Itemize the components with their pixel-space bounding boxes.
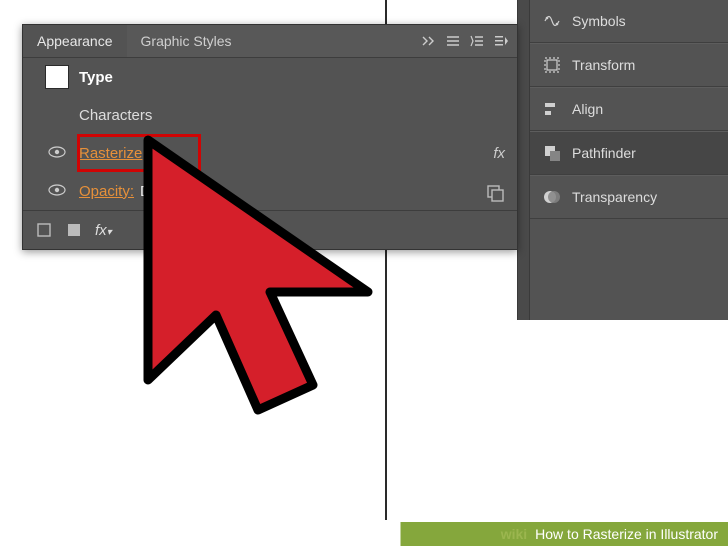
panel-menu-icon-1[interactable] [445, 33, 461, 49]
transparency-icon [542, 187, 562, 207]
dock-item-label: Align [572, 101, 603, 117]
wikihow-caption: wiki How to Rasterize in Illustrator [0, 522, 728, 546]
dock-item-label: Pathfinder [572, 145, 636, 161]
new-fill-icon[interactable] [65, 221, 83, 239]
panel-tab-bar: Appearance Graphic Styles [23, 25, 517, 58]
appearance-item-opacity[interactable]: Opacity: De [23, 172, 517, 210]
appearance-item-rasterize[interactable]: Rasterize fx [23, 134, 517, 172]
tab-appearance[interactable]: Appearance [23, 25, 127, 57]
dock-item-transparency[interactable]: Transparency [530, 175, 728, 219]
panel-flyout-menu-icon[interactable] [493, 33, 509, 49]
opacity-link[interactable]: Opacity: [79, 183, 134, 200]
appearance-panel: Appearance Graphic Styles Type [22, 24, 518, 250]
dock-item-label: Transparency [572, 189, 657, 205]
symbols-icon [542, 11, 562, 31]
align-icon [542, 99, 562, 119]
appearance-item-label: Type [79, 69, 453, 86]
appearance-panel-footer: fx▾ [23, 210, 517, 249]
add-effect-fx[interactable]: fx▾ [95, 222, 112, 239]
pathfinder-icon [542, 143, 562, 163]
visibility-eye-icon[interactable] [48, 145, 66, 161]
appearance-item-label: Characters [79, 107, 453, 124]
tab-graphic-styles[interactable]: Graphic Styles [127, 25, 246, 57]
dock-item-label: Symbols [572, 13, 626, 29]
dock-item-align[interactable]: Align [530, 87, 728, 131]
dock-item-label: Transform [572, 57, 635, 73]
opacity-value: De [140, 183, 159, 200]
dock-item-transform[interactable]: Transform [530, 43, 728, 87]
new-stroke-icon[interactable] [35, 221, 53, 239]
appearance-item-type[interactable]: Type [23, 58, 517, 96]
fx-indicator[interactable]: fx [453, 145, 505, 162]
caption-title: How to Rasterize in Illustrator [529, 522, 728, 546]
panel-menu-icon-2[interactable] [469, 33, 485, 49]
panel-expand-icon[interactable] [421, 33, 437, 49]
dock-item-pathfinder[interactable]: Pathfinder [530, 131, 728, 175]
appearance-item-characters[interactable]: Characters [23, 96, 517, 134]
visibility-eye-icon[interactable] [48, 183, 66, 199]
type-swatch [45, 65, 69, 89]
transform-icon [542, 55, 562, 75]
rasterize-link[interactable]: Rasterize [79, 145, 142, 162]
panels-dock: Symbols Transform Align Pathfinder Trans… [529, 0, 728, 320]
dock-item-symbols[interactable]: Symbols [530, 0, 728, 43]
duplicate-selected-icon[interactable] [485, 183, 505, 203]
wiki-logo-text: wiki [501, 526, 529, 542]
